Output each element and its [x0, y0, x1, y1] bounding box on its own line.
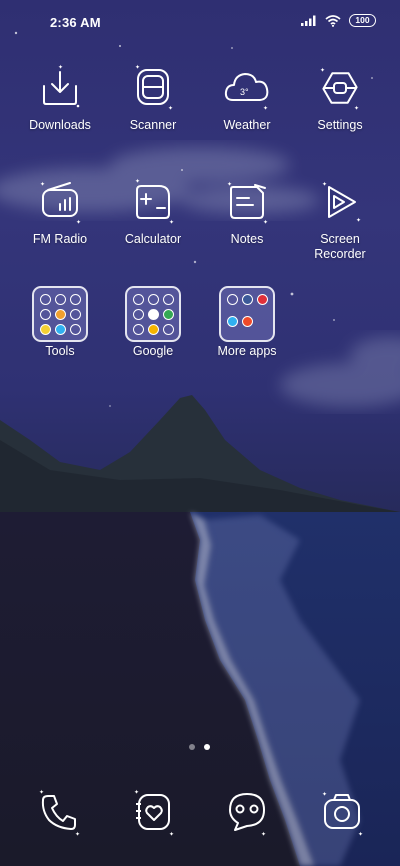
folder-tools[interactable]: Tools [13, 286, 107, 359]
dock-messages[interactable]: ✦ [219, 784, 275, 840]
app-screen-recorder[interactable]: ✦ ✦ Screen Recorder [293, 174, 387, 262]
battery-icon: 100 [349, 14, 376, 27]
settings-icon: ✦ ✦ [312, 60, 368, 116]
app-downloads[interactable]: ✦ Downloads [13, 60, 107, 133]
download-icon: ✦ [32, 60, 88, 116]
cloud-right [280, 337, 400, 407]
maps-mini-icon [132, 309, 144, 320]
app-label: Screen Recorder [314, 232, 366, 261]
file-mini-icon [69, 294, 81, 305]
svg-text:✦: ✦ [356, 217, 361, 224]
app-label: Settings [317, 118, 363, 132]
app-label: Calculator [124, 232, 182, 246]
app-settings[interactable]: ✦ ✦ Settings [293, 60, 387, 133]
dock-contacts[interactable]: ✦ ✦ [126, 784, 182, 840]
svg-text:✦: ✦ [354, 105, 359, 112]
play-mini-icon [162, 309, 174, 320]
radio-icon: ✦ ✦ [32, 174, 88, 230]
svg-text:✦: ✦ [134, 789, 139, 796]
play-icon: ✦ ✦ [312, 174, 368, 230]
svg-text:✦: ✦ [358, 831, 363, 838]
svg-text:✦: ✦ [261, 831, 266, 838]
svg-text:✦: ✦ [169, 831, 174, 838]
app-label: FM Radio [32, 232, 88, 246]
app-label: Weather [223, 118, 271, 132]
svg-text:✦: ✦ [40, 181, 45, 188]
dock-camera[interactable]: ✦ ✦ [314, 784, 370, 840]
svg-text:✦: ✦ [135, 64, 140, 71]
dock-phone[interactable]: ✦ ✦ [31, 784, 87, 840]
folder-google[interactable]: Google [106, 286, 200, 359]
calculator-icon: ✦ ✦ [125, 174, 181, 230]
assistant-mini-icon [162, 324, 174, 335]
doc-mini-icon [69, 309, 81, 320]
weather-cloud-icon: 3° ✦ [219, 60, 275, 116]
app-mini-icon [226, 316, 238, 327]
folder-icon [32, 286, 88, 342]
status-time: 2:36 AM [50, 15, 101, 30]
status-bar: 2:36 AM 100 [0, 0, 400, 44]
empty-slot [257, 316, 268, 327]
app-mini-icon [54, 324, 66, 335]
svg-text:✦: ✦ [39, 789, 44, 796]
folder-more-apps[interactable]: More apps [200, 286, 294, 359]
notes-icon: ✦ ✦ [219, 174, 275, 230]
app-label: Scanner [129, 118, 177, 132]
page-dot-active[interactable] [204, 744, 210, 750]
app-fm-radio[interactable]: ✦ ✦ FM Radio [13, 174, 107, 247]
app-notes[interactable]: ✦ ✦ Notes [200, 174, 294, 247]
gallery-mini-icon [54, 309, 66, 320]
facebook-mini-icon [241, 294, 253, 305]
chrome-mini-icon [147, 309, 159, 320]
compass-mini-icon [39, 309, 51, 320]
app-mini-icon [256, 294, 268, 305]
wifi-icon [325, 14, 341, 27]
svg-text:✦: ✦ [168, 105, 173, 112]
svg-text:✦: ✦ [320, 67, 325, 74]
svg-text:✦: ✦ [322, 791, 327, 798]
app-mini-icon [39, 324, 51, 335]
svg-text:✦: ✦ [322, 181, 327, 188]
photos-mini-icon [147, 324, 159, 335]
page-dot[interactable] [189, 744, 195, 750]
home-screen: 2:36 AM 100 ✦ Downloads ✦ ✦ Scanner 3° ✦… [0, 0, 400, 866]
status-icons: 100 [301, 14, 376, 27]
app-calculator[interactable]: ✦ ✦ Calculator [106, 174, 200, 247]
cloud-mini-icon [69, 324, 81, 335]
scanner-icon: ✦ ✦ [125, 60, 181, 116]
app-weather[interactable]: 3° ✦ Weather [200, 60, 294, 133]
folder-label: More apps [217, 344, 277, 358]
folder-label: Tools [45, 344, 75, 358]
svg-text:✦: ✦ [169, 219, 174, 226]
svg-text:✦: ✦ [263, 219, 268, 226]
contacts-mini-icon [162, 294, 174, 305]
gmail-mini-icon [147, 294, 159, 305]
app-mini-icon [241, 316, 253, 327]
app-scanner[interactable]: ✦ ✦ Scanner [106, 60, 200, 133]
page-indicator[interactable] [189, 744, 210, 750]
folder-icon [125, 286, 181, 342]
folder-icon [219, 286, 275, 342]
svg-text:✦: ✦ [263, 105, 268, 112]
signal-icon [301, 15, 316, 26]
svg-text:✦: ✦ [135, 178, 140, 185]
svg-text:✦: ✦ [58, 64, 63, 71]
camera-mini-icon [39, 294, 51, 305]
meet-mini-icon [132, 324, 144, 335]
chat-bubble-icon: ✦ [229, 793, 266, 838]
svg-text:✦: ✦ [76, 219, 81, 226]
contacts-heart-icon: ✦ ✦ [134, 789, 174, 838]
app-label: Notes [230, 232, 264, 246]
weather-temp: 3° [240, 87, 249, 97]
svg-text:✦: ✦ [75, 831, 80, 838]
app-label: Downloads [29, 118, 91, 132]
chat-mini-icon [226, 294, 238, 305]
camera-icon: ✦ ✦ [322, 791, 363, 838]
folder-label: Google [132, 344, 174, 358]
google-mini-icon [132, 294, 144, 305]
download-mini-icon [54, 294, 66, 305]
phone-icon: ✦ ✦ [39, 789, 80, 838]
svg-text:✦: ✦ [227, 181, 232, 188]
